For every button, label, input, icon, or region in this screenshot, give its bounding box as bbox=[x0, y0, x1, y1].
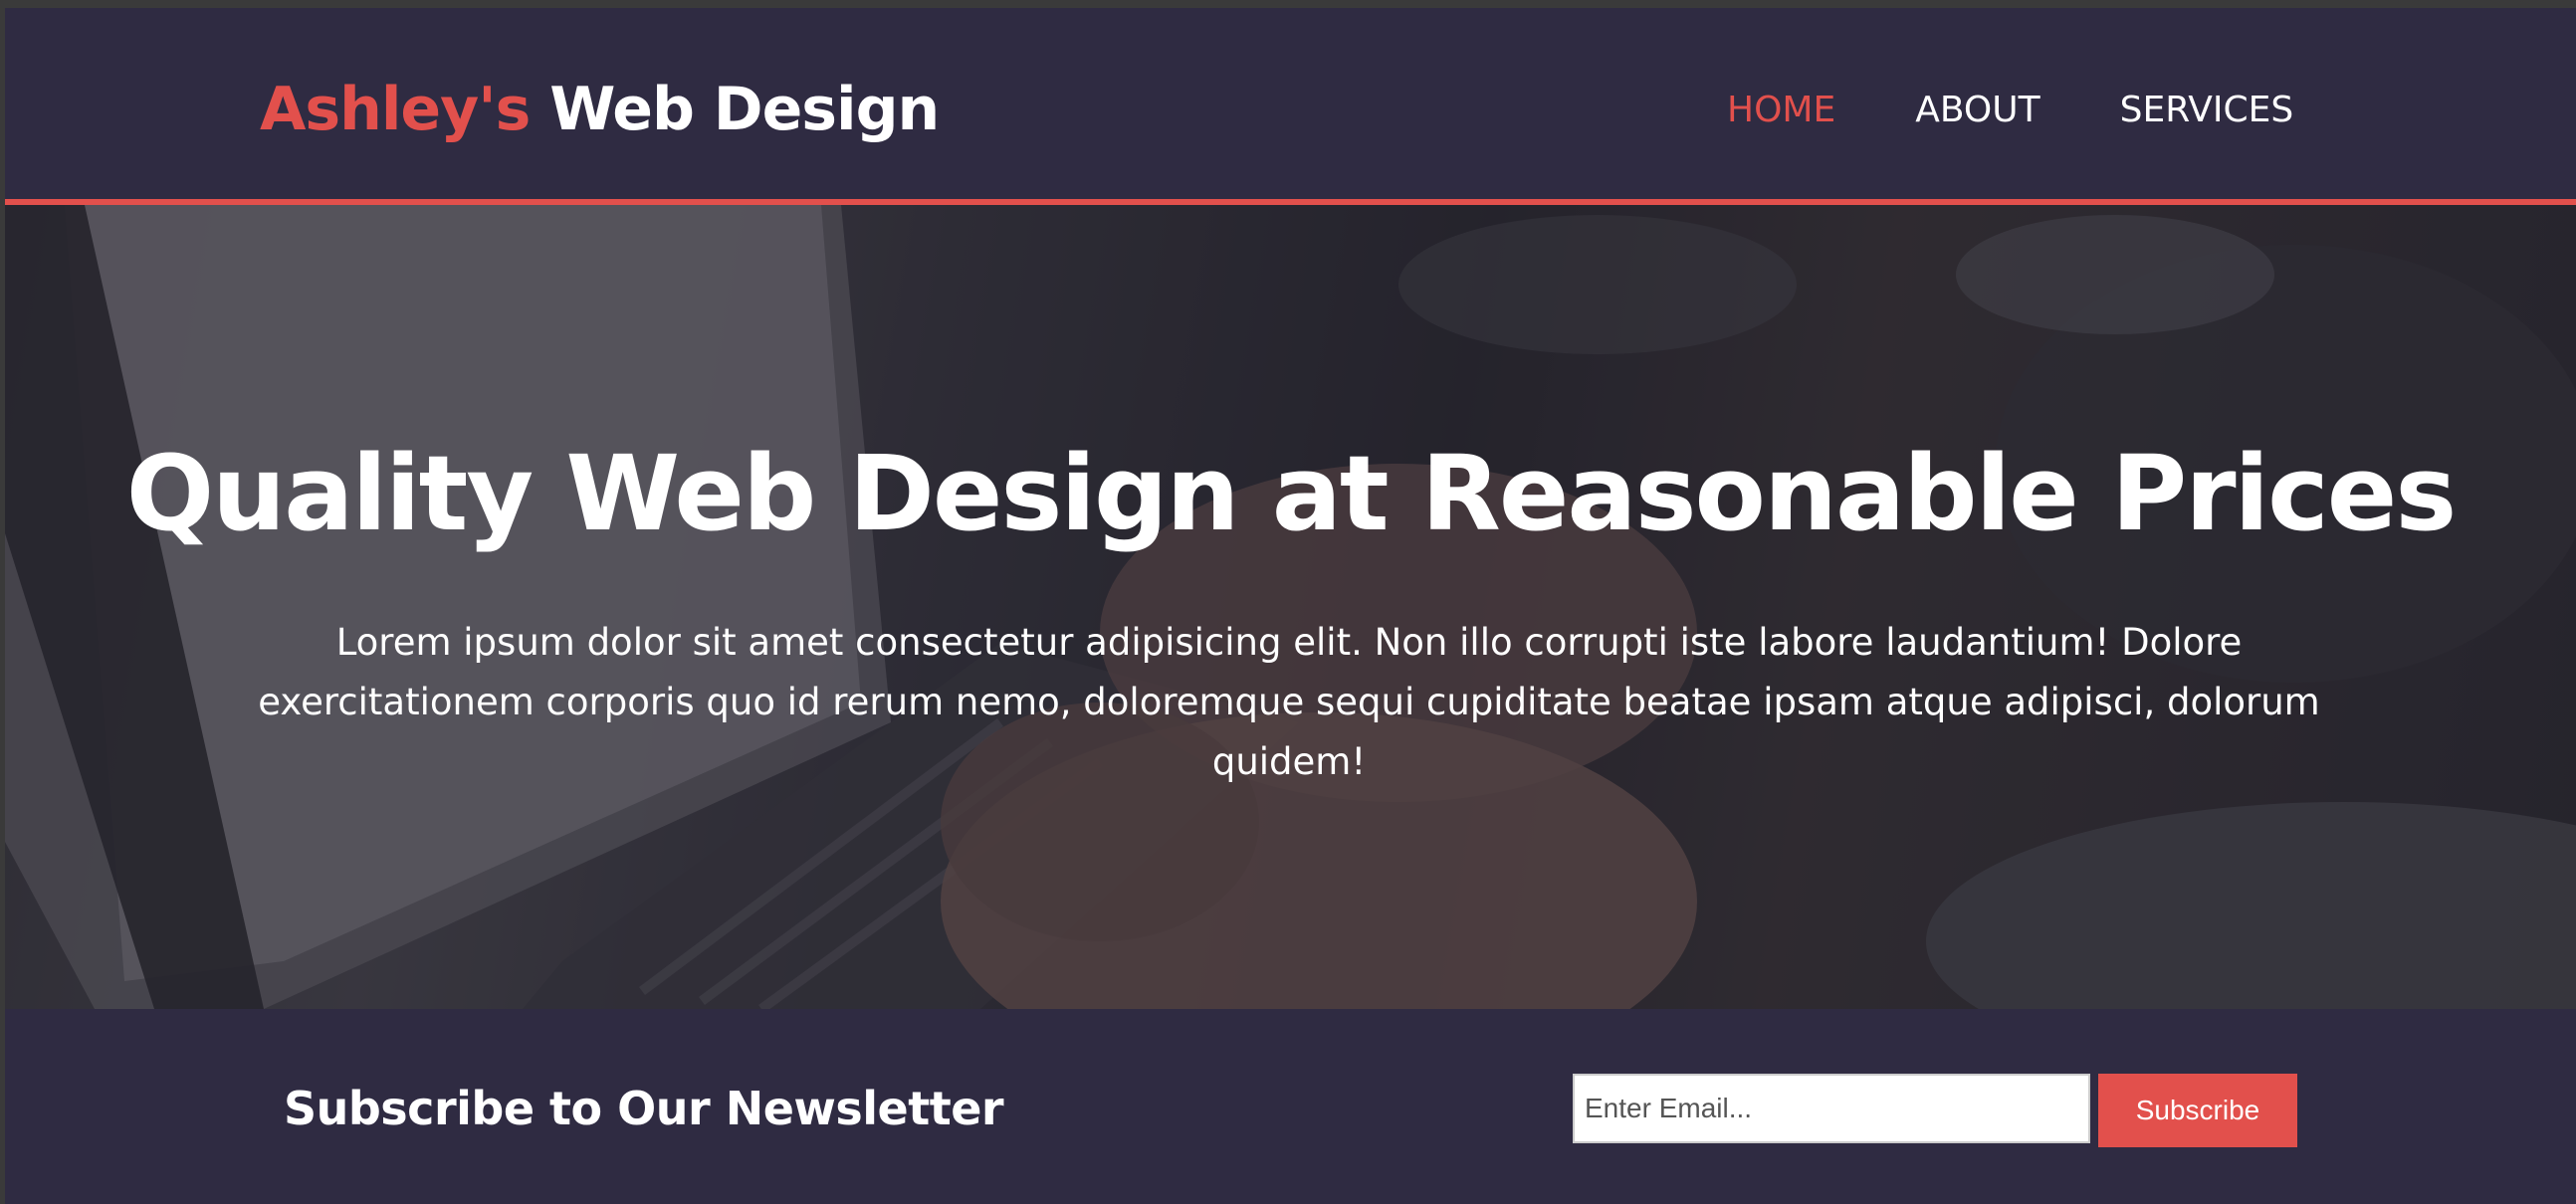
site-header: Ashley's Web Design HOME ABOUT SERVICES bbox=[5, 8, 2576, 199]
nav-home[interactable]: HOME bbox=[1727, 86, 1835, 135]
hero-title: Quality Web Design at Reasonable Prices bbox=[125, 433, 2458, 554]
email-input[interactable] bbox=[1573, 1074, 2090, 1143]
hero-section: Quality Web Design at Reasonable Prices … bbox=[5, 205, 2576, 1009]
main-nav: HOME ABOUT SERVICES bbox=[1727, 86, 2293, 135]
hero-description: Lorem ipsum dolor sit amet consectetur a… bbox=[258, 621, 2320, 783]
page: Ashley's Web Design HOME ABOUT SERVICES bbox=[5, 8, 2576, 1204]
subscribe-button[interactable]: Subscribe bbox=[2098, 1074, 2297, 1147]
nav-about[interactable]: ABOUT bbox=[1915, 86, 2039, 135]
newsletter-title: Subscribe to Our Newsletter bbox=[284, 1082, 1004, 1135]
logo-text: Web Design bbox=[530, 75, 940, 144]
nav-services[interactable]: SERVICES bbox=[2120, 86, 2294, 135]
newsletter-section: Subscribe to Our Newsletter Subscribe bbox=[5, 1009, 2576, 1204]
site-logo[interactable]: Ashley's Web Design bbox=[260, 70, 940, 149]
logo-accent-text: Ashley's bbox=[260, 75, 531, 144]
hero-overlay bbox=[5, 205, 2576, 1009]
